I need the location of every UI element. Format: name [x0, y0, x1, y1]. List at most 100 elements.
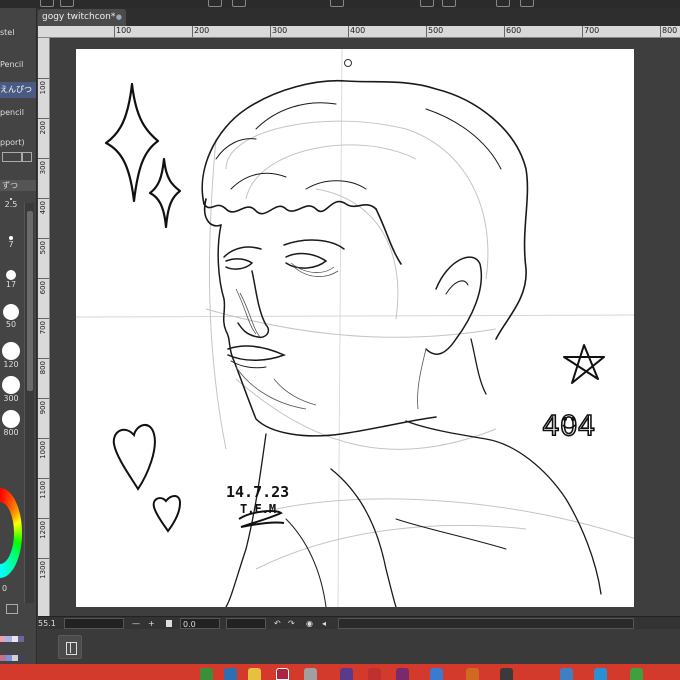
taskbar-app-icon[interactable]	[560, 668, 573, 680]
brush-size-scrollbar[interactable]	[24, 203, 34, 603]
taskbar-app-icon[interactable]	[304, 668, 317, 680]
ruler-tick: 300	[38, 158, 49, 174]
taskbar-app-icon[interactable]	[466, 668, 479, 680]
taskbar-app-icon[interactable]	[340, 668, 353, 680]
tab-close-icon[interactable]: ●	[116, 9, 122, 26]
status-bar: 55.1 — + 0.0 ↶ ↷ ◉ ◂	[38, 616, 680, 629]
brush-size-value: 50	[5, 320, 17, 329]
drawing-initials: T.F.M	[240, 502, 276, 516]
ruler-tick: 100	[114, 26, 131, 37]
zoom-value[interactable]: 55.1	[38, 618, 60, 629]
layer-panel	[38, 629, 680, 664]
taskbar-app-icon-active[interactable]	[276, 668, 289, 680]
brush-size-value: 7	[8, 240, 14, 249]
toolbar-icon[interactable]	[232, 0, 246, 7]
ruler-tick: 300	[270, 26, 287, 37]
ruler-tick: 600	[504, 26, 521, 37]
trash-icon[interactable]	[22, 152, 32, 162]
toolbar-icon[interactable]	[520, 0, 534, 7]
ruler-tick: 600	[38, 278, 49, 294]
heart-doodles	[112, 424, 182, 533]
fit-view-icon[interactable]	[166, 620, 172, 627]
brush-size-preset[interactable]: 800	[0, 410, 22, 437]
brush-size-preset[interactable]: 300	[0, 376, 22, 403]
sparkle-doodles	[104, 82, 182, 229]
ruler-tick: 100	[38, 78, 49, 94]
ruler-tick: 900	[38, 398, 49, 414]
sketch-drawing: 14.7.23 T.F.M 404	[76, 49, 634, 607]
vertical-ruler: 100 200 300 400 500 600 700 800 900 1000…	[38, 38, 50, 616]
brush-size-tab[interactable]: ずつ	[0, 180, 36, 191]
document-tab-bar: gogy twitchcon* ●	[38, 8, 680, 26]
guide-line-vertical	[337, 49, 343, 607]
star-doodle	[563, 344, 605, 384]
toolbar-icon[interactable]	[330, 0, 344, 7]
sub-tool-pencil[interactable]: Pencil	[0, 60, 36, 69]
ruler-tick: 200	[38, 118, 49, 134]
taskbar-app-icon[interactable]	[500, 668, 513, 680]
taskbar-app-icon[interactable]	[224, 668, 237, 680]
ruler-tick: 400	[38, 198, 49, 214]
brush-size-preset[interactable]: 50	[0, 304, 22, 329]
toolbar-icon[interactable]	[208, 0, 222, 7]
document-tab-title: gogy twitchcon*	[42, 12, 116, 22]
palette-icon[interactable]	[6, 604, 18, 614]
rotate-left-icon[interactable]: ↶	[274, 618, 281, 629]
top-toolbar	[0, 0, 680, 8]
brush-size-preset[interactable]: 7	[0, 236, 22, 249]
taskbar-app-icon[interactable]	[630, 668, 643, 680]
rotate-right-icon[interactable]: ↷	[288, 618, 295, 629]
drawing-canvas[interactable]: 14.7.23 T.F.M 404	[76, 49, 634, 607]
rotation-slider[interactable]	[226, 618, 266, 629]
ruler-tick: 500	[38, 238, 49, 254]
flip-icon[interactable]: ◂	[322, 618, 326, 629]
taskbar-app-icon[interactable]	[594, 668, 607, 680]
sub-tool-item[interactable]: pport)	[0, 138, 36, 147]
brush-size-preset[interactable]: 2.5	[0, 198, 22, 209]
hair-lines	[201, 79, 529, 340]
ruler-tick: 1000	[38, 438, 49, 459]
ruler-tick: 700	[582, 26, 599, 37]
ruler-tick: 400	[348, 26, 365, 37]
brush-size-preset[interactable]: 17	[0, 270, 22, 289]
guide-handle	[344, 59, 352, 67]
taskbar-app-icon[interactable]	[396, 668, 409, 680]
ruler-tick: 1300	[38, 558, 49, 579]
brush-size-value: 300	[3, 394, 19, 403]
taskbar-app-icon[interactable]	[248, 668, 261, 680]
tool-panel: stel Pencil えんぴつ pencil pport) ずつ 2.5 7 …	[0, 8, 37, 680]
drawing-tag: 404	[542, 409, 595, 442]
guide-line-horizontal	[76, 314, 634, 318]
brush-size-value: 800	[3, 428, 19, 437]
color-wheel[interactable]	[0, 488, 22, 578]
brush-size-value: 2.5	[4, 200, 18, 209]
toolbar-icon[interactable]	[442, 0, 456, 7]
toolbar-icon[interactable]	[40, 0, 54, 7]
ruler-tick: 800	[660, 26, 677, 37]
horizontal-scrollbar[interactable]	[338, 618, 634, 629]
rotation-angle-field[interactable]: 0.0	[180, 618, 220, 629]
horizontal-ruler: 100 200 300 400 500 600 700 800 900 1000…	[38, 26, 680, 38]
brush-size-value: 120	[3, 360, 19, 369]
ruler-tick: 500	[426, 26, 443, 37]
face-lines	[217, 224, 482, 437]
scrollbar-thumb[interactable]	[27, 211, 33, 391]
ruler-tick: 200	[192, 26, 209, 37]
sub-tool-enpitsu-selected[interactable]: えんぴつ	[0, 82, 36, 98]
zoom-out-button[interactable]: —	[132, 618, 140, 629]
os-taskbar	[0, 664, 680, 680]
toolbar-icon[interactable]	[420, 0, 434, 7]
taskbar-app-icon[interactable]	[430, 668, 443, 680]
document-tab[interactable]: gogy twitchcon* ●	[38, 9, 126, 26]
brush-size-preset[interactable]: 120	[0, 342, 22, 369]
zoom-in-button[interactable]: +	[148, 618, 155, 629]
layer-panel-icon[interactable]	[58, 635, 82, 659]
zoom-slider[interactable]	[64, 618, 124, 629]
taskbar-app-icon[interactable]	[200, 668, 213, 680]
toolbar-icon[interactable]	[496, 0, 510, 7]
sub-tool-pencil-2[interactable]: pencil	[0, 108, 36, 117]
reset-rotation-icon[interactable]: ◉	[306, 618, 313, 629]
taskbar-app-icon[interactable]	[368, 668, 381, 680]
duplicate-icon[interactable]	[2, 152, 22, 162]
toolbar-icon[interactable]	[60, 0, 74, 7]
